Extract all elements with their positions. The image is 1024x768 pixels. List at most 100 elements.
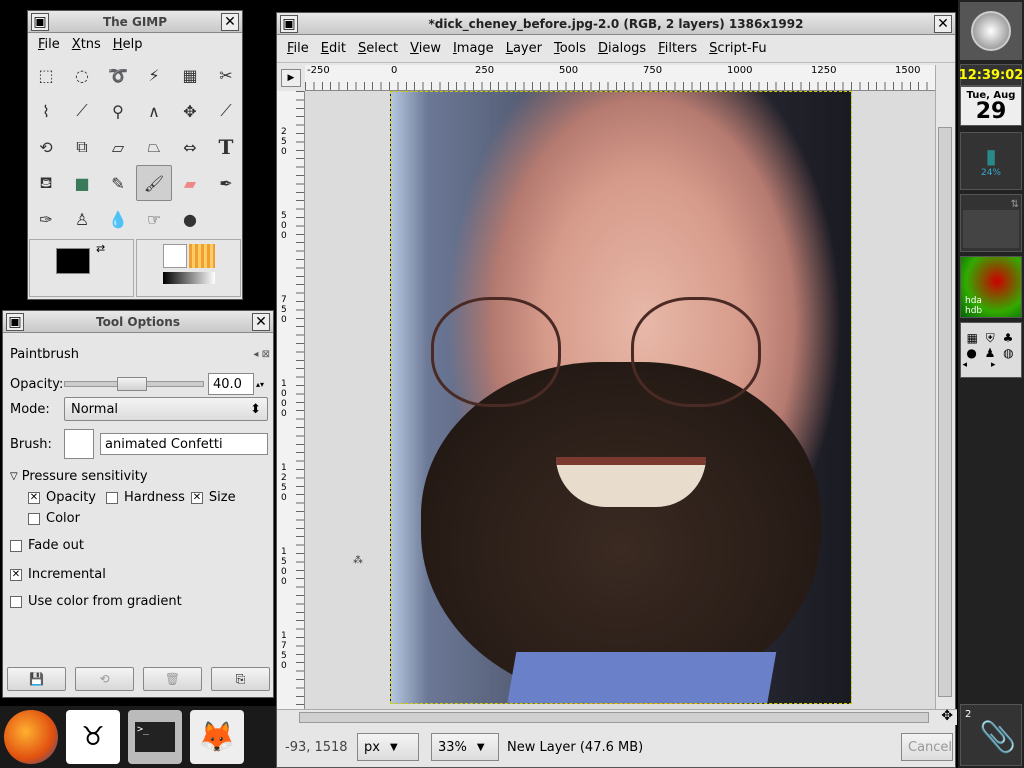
swap-colors-icon[interactable]: ⇄ (96, 242, 105, 255)
toolbox-titlebar[interactable]: ▣ The GIMP ✕ (28, 11, 242, 33)
incremental-checkbox[interactable]: ✕ (10, 568, 22, 581)
rotate-icon[interactable]: ⟲ (28, 129, 64, 165)
cancel-button[interactable]: Cancel (901, 733, 953, 761)
gimp-icon[interactable]: 🦊 (190, 710, 244, 764)
use-gradient-checkbox[interactable] (10, 595, 22, 608)
brush-pattern-gradient[interactable] (136, 239, 241, 297)
menu-tools[interactable]: Tools (548, 41, 592, 56)
dock-date[interactable]: Tue, Aug 29 (960, 86, 1022, 126)
reset-options-button[interactable]: ⎘ (211, 667, 270, 691)
smudge-icon[interactable]: ☞ (136, 201, 172, 237)
dodge-burn-icon[interactable]: ● (172, 201, 208, 237)
pencil-icon[interactable]: ✎ (100, 165, 136, 201)
dock-battery[interactable]: ▮ 24% (960, 132, 1022, 190)
foreground-color[interactable] (56, 248, 90, 274)
menu-file[interactable]: File (281, 41, 315, 56)
opacity-spin-icon[interactable]: ▴▾ (256, 380, 264, 389)
restore-options-button[interactable]: ⟲ (75, 667, 134, 691)
menu-arrow-button[interactable]: ▶ (281, 69, 301, 87)
dock-clock[interactable]: 12:39:02 (959, 64, 1023, 86)
paths-icon[interactable]: ⌇ (28, 93, 64, 129)
menu-layer[interactable]: Layer (500, 41, 548, 56)
dock-pager-apps[interactable]: ▦ ⛨ ♣ ● ♟ ◍ ◂▸ (960, 322, 1022, 378)
move-icon[interactable]: ✥ (172, 93, 208, 129)
save-options-button[interactable]: 💾 (7, 667, 66, 691)
dock-logo-icon[interactable] (960, 2, 1022, 60)
zoom-icon[interactable]: ⚲ (100, 93, 136, 129)
free-select-icon[interactable]: ➰ (100, 57, 136, 93)
rect-select-icon[interactable]: ⬚ (28, 57, 64, 93)
menu-script-fu[interactable]: Script-Fu (703, 41, 772, 56)
image-canvas[interactable]: ⁂ (305, 91, 937, 709)
clone-icon[interactable]: ♙ (64, 201, 100, 237)
eraser-icon[interactable]: ▰ (172, 165, 208, 201)
color-checkbox[interactable] (28, 512, 40, 525)
vertical-scroll-thumb[interactable] (938, 127, 952, 697)
delete-options-button[interactable]: 🗑 (143, 667, 202, 691)
fg-bg-colors[interactable]: ⇄ (29, 239, 134, 297)
pressure-sensitivity-expander[interactable]: ▽ Pressure sensitivity (10, 469, 148, 484)
measure-icon[interactable]: ∧ (136, 93, 172, 129)
shear-icon[interactable]: ▱ (100, 129, 136, 165)
vertical-ruler[interactable]: 2 5 0 5 0 0 7 5 0 1 0 0 0 1 2 5 0 1 5 0 … (277, 91, 305, 709)
window-menu-icon[interactable]: ▣ (6, 312, 24, 331)
paintbrush-icon[interactable]: 🖌 (136, 165, 172, 201)
fuzzy-select-icon[interactable]: ⚡ (136, 57, 172, 93)
menu-dialogs[interactable]: Dialogs (592, 41, 652, 56)
firefox-icon[interactable] (4, 710, 58, 764)
ellipse-select-icon[interactable]: ◌ (64, 57, 100, 93)
blend-icon[interactable]: ■ (64, 165, 100, 201)
navigate-icon[interactable]: ✥ (941, 708, 953, 724)
unit-select[interactable]: px ▼ (357, 733, 419, 761)
close-icon[interactable]: ✕ (934, 14, 952, 33)
menu-view[interactable]: View (404, 41, 447, 56)
menu-xtns[interactable]: Xtns (66, 37, 107, 52)
dock-workspace[interactable]: 2 📎 (960, 704, 1022, 766)
gnu-icon[interactable]: ♉ (66, 710, 120, 764)
horizontal-scroll-thumb[interactable] (299, 712, 929, 723)
gradient-preview[interactable] (163, 272, 215, 284)
zoom-select[interactable]: 33% ▼ (431, 733, 499, 761)
scissors-icon[interactable]: ✂ (208, 57, 244, 93)
menu-file[interactable]: File (32, 37, 66, 52)
color-select-icon[interactable]: ▦ (172, 57, 208, 93)
hardness-checkbox[interactable] (106, 491, 119, 504)
menu-filters[interactable]: Filters (652, 41, 703, 56)
dock-monitor[interactable]: ⇅ (960, 194, 1022, 252)
scale-icon[interactable]: ⧉ (64, 129, 100, 165)
image-titlebar[interactable]: ▣ *dick_cheney_before.jpg-2.0 (RGB, 2 la… (277, 13, 955, 35)
opacity-slider-thumb[interactable] (117, 377, 147, 391)
mode-select[interactable]: Normal ⬍ (64, 397, 268, 421)
window-menu-icon[interactable]: ▣ (31, 12, 49, 31)
bucket-fill-icon[interactable]: ⛾ (28, 165, 64, 201)
crop-icon[interactable]: ⟋ (208, 93, 244, 129)
opacity-input[interactable]: 40.0 (208, 373, 254, 395)
text-icon[interactable]: T (208, 129, 244, 165)
tab-menu-icon[interactable]: ◂ ⊠ (253, 349, 270, 360)
flip-icon[interactable]: ⇔ (172, 129, 208, 165)
tool-options-titlebar[interactable]: ▣ Tool Options ✕ (3, 311, 273, 333)
brush-preview[interactable] (163, 244, 187, 268)
color-picker-icon[interactable]: ⟋ (64, 93, 100, 129)
menu-image[interactable]: Image (447, 41, 500, 56)
window-menu-icon[interactable]: ▣ (280, 14, 298, 33)
menu-select[interactable]: Select (352, 41, 404, 56)
menu-edit[interactable]: Edit (315, 41, 352, 56)
perspective-icon[interactable]: ⏢ (136, 129, 172, 165)
close-icon[interactable]: ✕ (252, 312, 270, 331)
pattern-preview[interactable] (189, 244, 215, 268)
photo-layer[interactable] (390, 91, 852, 704)
dock-disk-monitor[interactable]: hda hdb (960, 256, 1022, 318)
fade-out-checkbox[interactable] (10, 539, 22, 552)
airbrush-icon[interactable]: ✒ (208, 165, 244, 201)
horizontal-ruler[interactable]: -250 0 250 500 750 1000 1250 1500 (305, 65, 937, 91)
horizontal-scrollbar[interactable]: ✥ (277, 708, 957, 725)
opacity-checkbox[interactable]: ✕ (28, 491, 40, 504)
menu-help[interactable]: Help (107, 37, 149, 52)
close-icon[interactable]: ✕ (221, 12, 239, 31)
brush-selector[interactable] (64, 429, 94, 459)
terminal-icon[interactable]: >_ (128, 710, 182, 764)
blur-icon[interactable]: 💧 (100, 201, 136, 237)
vertical-scrollbar[interactable] (935, 65, 955, 709)
opacity-slider[interactable] (64, 377, 204, 391)
